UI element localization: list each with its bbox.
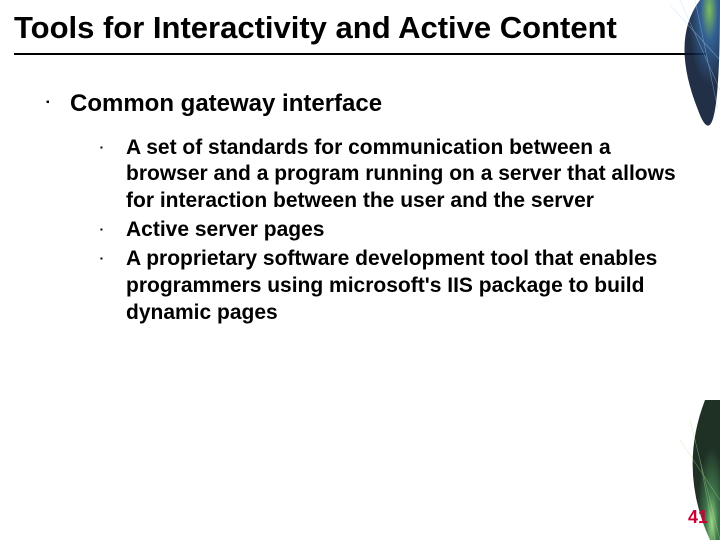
page-number: 41 — [688, 507, 708, 528]
slide-title: Tools for Interactivity and Active Conte… — [14, 10, 706, 47]
title-area: Tools for Interactivity and Active Conte… — [0, 0, 720, 59]
list-item-text: Active server pages — [126, 218, 324, 241]
slide-container: Tools for Interactivity and Active Conte… — [0, 0, 720, 540]
title-underline — [14, 53, 706, 55]
list-item: A set of standards for communication bet… — [96, 135, 680, 216]
list-item: A proprietary software development tool … — [96, 246, 680, 327]
list-item-text: A set of standards for communication bet… — [126, 136, 676, 213]
list-item: Active server pages — [96, 217, 680, 244]
body-area: Common gateway interface A set of standa… — [0, 59, 720, 327]
list-item: Common gateway interface A set of standa… — [40, 89, 680, 327]
list-item-text: Common gateway interface — [70, 90, 382, 117]
list-item-text: A proprietary software development tool … — [126, 247, 657, 324]
